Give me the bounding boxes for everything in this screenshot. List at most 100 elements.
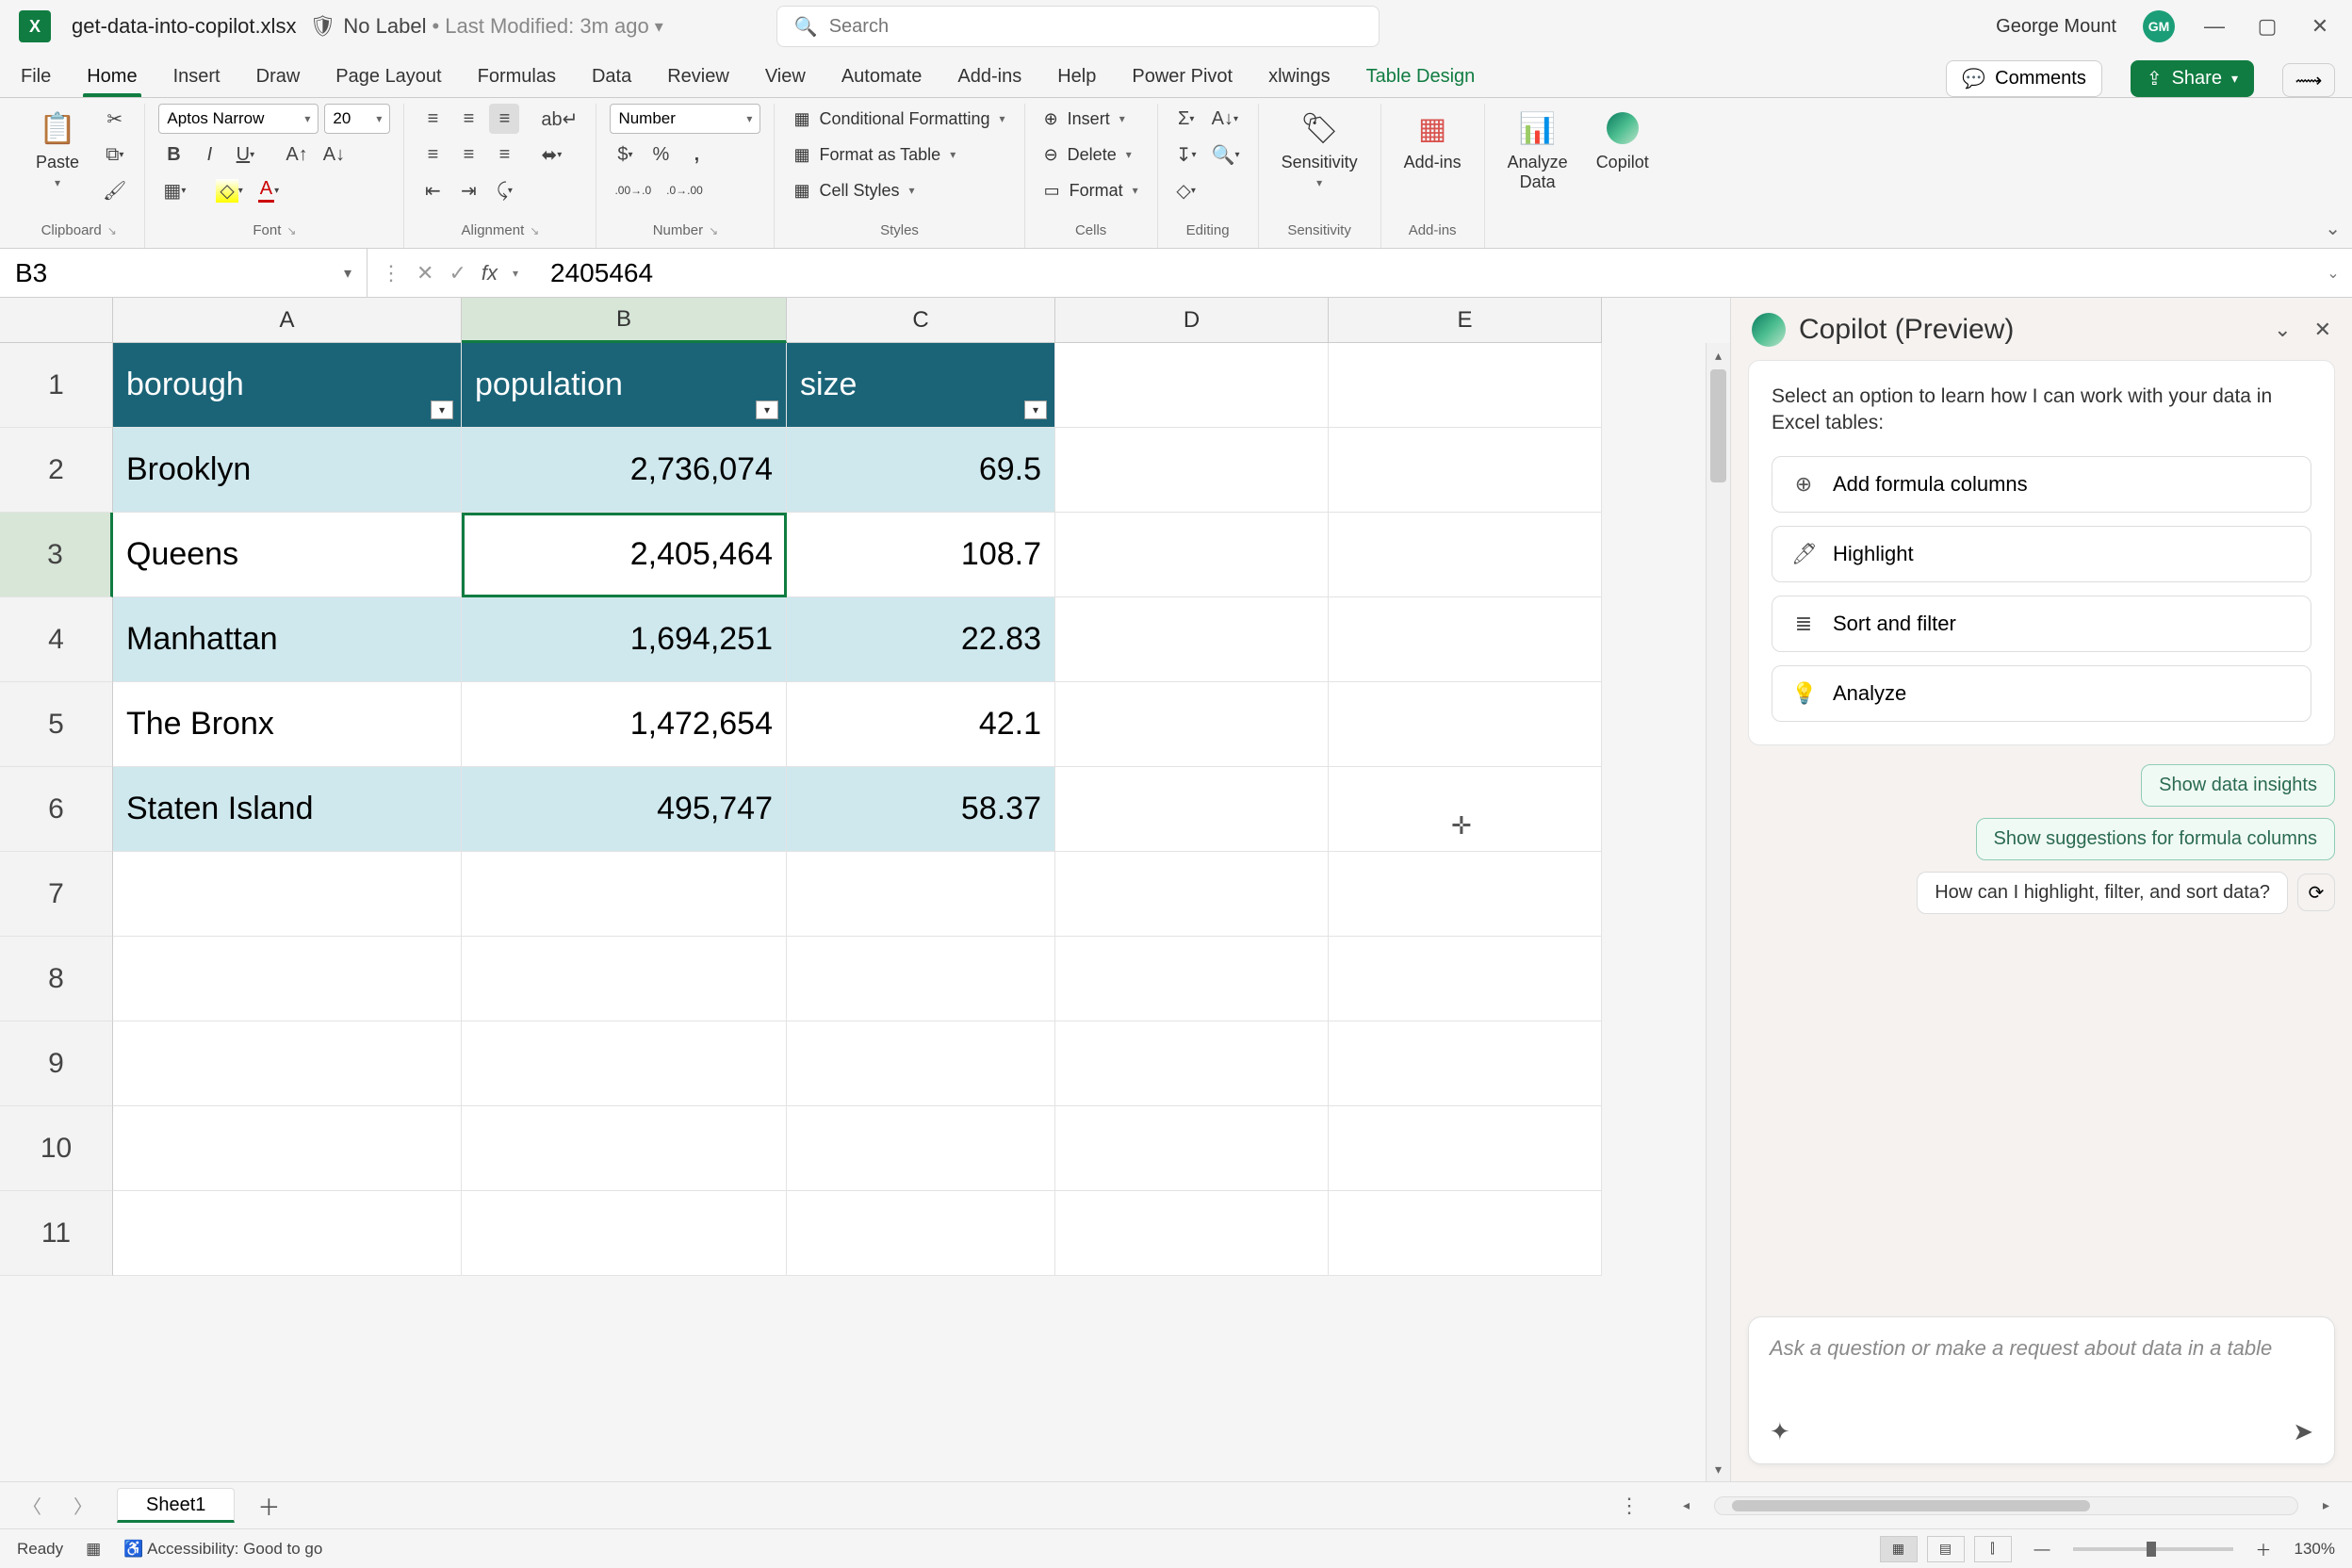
row-header-6[interactable]: 6 xyxy=(0,767,113,852)
tab-formulas[interactable]: Formulas xyxy=(474,60,560,97)
cell[interactable]: 108.7 xyxy=(787,513,1055,597)
workbook-stats-icon[interactable]: ▦ xyxy=(86,1540,101,1559)
cell[interactable] xyxy=(1329,682,1602,767)
format-painter-button[interactable]: 🖌 xyxy=(98,175,131,205)
row-header-10[interactable]: 10 xyxy=(0,1106,113,1191)
comma-format-button[interactable]: , xyxy=(681,139,711,170)
sheet-nav-prev-icon[interactable]: 〈 xyxy=(15,1492,49,1519)
cell[interactable] xyxy=(1055,937,1329,1021)
cell[interactable] xyxy=(787,937,1055,1021)
col-header-B[interactable]: B xyxy=(462,298,787,343)
font-size-dropdown[interactable]: 20▾ xyxy=(324,104,390,134)
cell[interactable] xyxy=(462,1191,787,1276)
search-box[interactable]: 🔍 xyxy=(776,6,1380,47)
format-cells-button[interactable]: ▭ Format ▾ xyxy=(1038,175,1144,205)
cell[interactable]: 1,472,654 xyxy=(462,682,787,767)
cell[interactable] xyxy=(1329,428,1602,513)
analyze-data-button[interactable]: 📊Analyze Data xyxy=(1498,104,1577,196)
tab-data[interactable]: Data xyxy=(588,60,635,97)
tab-addins[interactable]: Add-ins xyxy=(954,60,1025,97)
cell[interactable] xyxy=(462,937,787,1021)
cell[interactable]: 58.37 xyxy=(787,767,1055,852)
avatar[interactable]: GM xyxy=(2143,10,2175,42)
expand-formula-bar-icon[interactable]: ⌄ xyxy=(2314,264,2352,283)
scroll-up-icon[interactable]: ▴ xyxy=(1707,343,1730,368)
merge-center-button[interactable]: ⬌▾ xyxy=(536,139,566,170)
cell[interactable] xyxy=(1055,682,1329,767)
view-normal-button[interactable]: ▦ xyxy=(1880,1536,1918,1562)
copilot-option-sort-filter[interactable]: ≣Sort and filter xyxy=(1772,596,2311,652)
cell[interactable] xyxy=(1055,767,1329,852)
tab-power-pivot[interactable]: Power Pivot xyxy=(1128,60,1236,97)
row-header-8[interactable]: 8 xyxy=(0,937,113,1021)
horizontal-scrollbar[interactable] xyxy=(1714,1496,2298,1515)
refresh-button[interactable]: ⟳ xyxy=(2297,874,2335,911)
cell[interactable] xyxy=(1329,597,1602,682)
decrease-decimal-button[interactable]: .0→.00 xyxy=(662,175,708,205)
format-as-table-button[interactable]: ▦ Format as Table▾ xyxy=(788,139,1010,170)
chip-how-to-highlight[interactable]: How can I highlight, filter, and sort da… xyxy=(1917,872,2288,914)
tab-insert[interactable]: Insert xyxy=(170,60,224,97)
fx-icon[interactable]: fx xyxy=(482,261,498,286)
cell[interactable]: The Bronx xyxy=(113,682,462,767)
cell[interactable] xyxy=(1329,767,1602,852)
insert-cells-button[interactable]: ⊕ Insert ▾ xyxy=(1038,104,1144,134)
cell[interactable] xyxy=(787,1191,1055,1276)
find-select-button[interactable]: 🔍▾ xyxy=(1207,139,1245,170)
account-name[interactable]: George Mount xyxy=(1996,16,2116,38)
autosum-button[interactable]: Σ▾ xyxy=(1171,104,1201,134)
tab-draw[interactable]: Draw xyxy=(253,60,304,97)
zoom-slider[interactable] xyxy=(2073,1547,2233,1551)
cell[interactable] xyxy=(1055,1106,1329,1191)
close-icon[interactable]: ✕ xyxy=(2314,318,2331,342)
formula-input[interactable]: 2405464 xyxy=(531,258,2314,288)
cell[interactable] xyxy=(1055,597,1329,682)
cell[interactable] xyxy=(1055,1191,1329,1276)
cell[interactable]: Queens xyxy=(113,513,462,597)
activity-button[interactable]: ⟿ xyxy=(2282,63,2335,97)
scroll-thumb[interactable] xyxy=(1710,369,1726,482)
increase-decimal-button[interactable]: .00→.0 xyxy=(610,175,656,205)
table-header-size[interactable]: size▾ xyxy=(787,343,1055,428)
accessibility-status[interactable]: ♿ Accessibility: Good to go xyxy=(123,1540,322,1559)
orientation-button[interactable]: ⤹▾ xyxy=(489,175,519,205)
align-right-button[interactable]: ≡ xyxy=(489,139,519,170)
cell[interactable] xyxy=(462,1106,787,1191)
percent-format-button[interactable]: % xyxy=(645,139,676,170)
decrease-font-button[interactable]: A↓ xyxy=(318,139,350,170)
increase-font-button[interactable]: A↑ xyxy=(281,139,312,170)
align-middle-button[interactable]: ≡ xyxy=(453,104,483,134)
fill-button[interactable]: ↧▾ xyxy=(1171,139,1201,170)
wrap-text-button[interactable]: ab↵ xyxy=(536,104,582,134)
add-sheet-button[interactable]: ＋ xyxy=(252,1489,286,1522)
dialog-launcher-icon[interactable]: ↘ xyxy=(530,224,539,237)
cell[interactable] xyxy=(113,852,462,937)
sensitivity-button[interactable]: 🏷Sensitivity▾ xyxy=(1272,104,1367,193)
cell[interactable] xyxy=(1329,343,1602,428)
cell[interactable] xyxy=(113,937,462,1021)
fill-color-button[interactable]: ◇▾ xyxy=(211,175,247,205)
copilot-button[interactable]: Copilot xyxy=(1587,104,1658,176)
tab-page-layout[interactable]: Page Layout xyxy=(332,60,445,97)
cell-B3-selected[interactable]: 2,405,464 xyxy=(462,513,787,597)
row-header-3[interactable]: 3 xyxy=(0,513,113,597)
cell[interactable] xyxy=(113,1106,462,1191)
align-top-button[interactable]: ≡ xyxy=(417,104,448,134)
table-header-borough[interactable]: borough▾ xyxy=(113,343,462,428)
col-header-A[interactable]: A xyxy=(113,298,462,343)
paste-button[interactable]: 📋 Paste ▾ xyxy=(26,104,89,193)
col-header-D[interactable]: D xyxy=(1055,298,1329,343)
addins-button[interactable]: ▦Add-ins xyxy=(1395,104,1471,176)
number-format-dropdown[interactable]: Number▾ xyxy=(610,104,760,134)
cell[interactable] xyxy=(1055,343,1329,428)
filter-dropdown-icon[interactable]: ▾ xyxy=(431,400,453,419)
dialog-launcher-icon[interactable]: ↘ xyxy=(107,224,117,237)
row-header-7[interactable]: 7 xyxy=(0,852,113,937)
increase-indent-button[interactable]: ⇥ xyxy=(453,175,483,205)
tab-file[interactable]: File xyxy=(17,60,55,97)
align-bottom-button[interactable]: ≡ xyxy=(489,104,519,134)
cell[interactable]: 69.5 xyxy=(787,428,1055,513)
cell[interactable] xyxy=(787,1106,1055,1191)
view-page-break-button[interactable]: ⫿ xyxy=(1974,1536,2012,1562)
cell[interactable] xyxy=(1329,1021,1602,1106)
